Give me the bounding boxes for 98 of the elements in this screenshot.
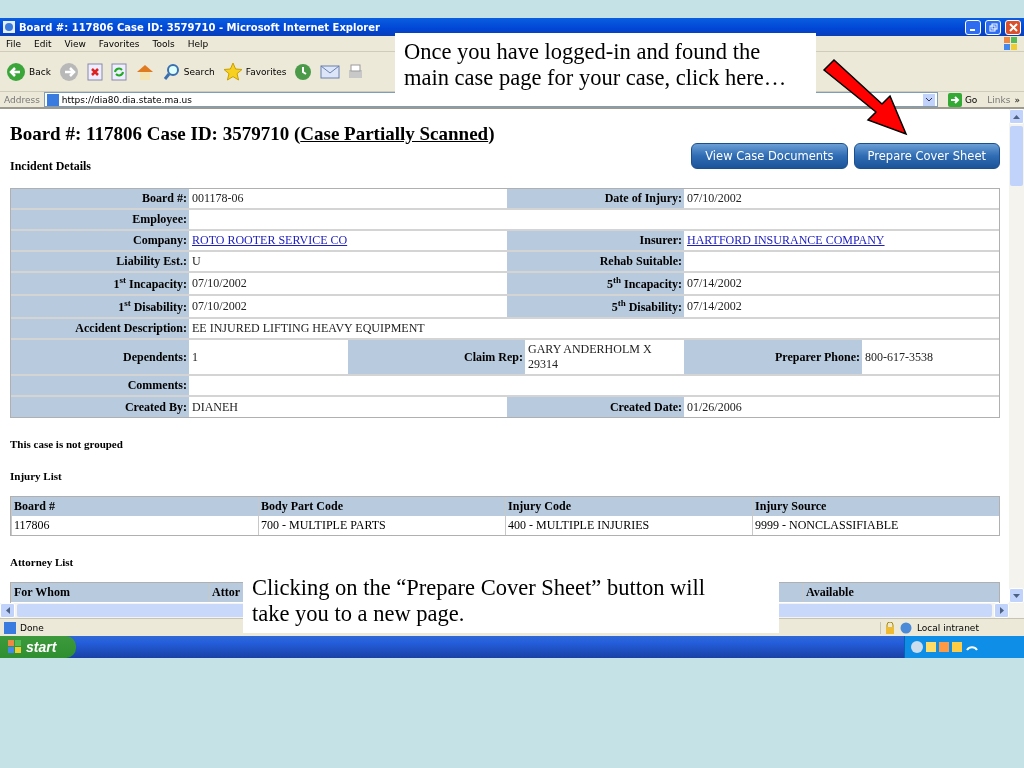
field-label: Board #: [11, 189, 189, 208]
section-title: Incident Details [10, 159, 92, 174]
status-text: Done [20, 622, 44, 633]
restore-icon [988, 22, 998, 32]
toolbar-button[interactable] [294, 62, 313, 81]
field-value: 1 [191, 348, 199, 366]
field-value: GARY ANDERHOLM X 29314 [527, 341, 653, 373]
table-cell: 700 - MULTIPLE PARTS [258, 516, 505, 535]
toolbar-button[interactable]: Back [6, 61, 51, 82]
field-value: 07/10/2002 [191, 275, 248, 292]
field-label: Company: [11, 231, 189, 250]
field-label: 5$^{th}$ Incapacity: [507, 273, 684, 294]
field-label: Created By: [11, 397, 189, 417]
mail-icon [320, 63, 341, 80]
up-arrow-icon [1013, 114, 1020, 119]
field-value: 001178-06 [191, 190, 245, 207]
right-arrow-icon [999, 607, 1004, 614]
menu-item[interactable]: File [6, 38, 22, 49]
windows-logo-icon [8, 640, 22, 654]
page-title: Board #: 117806 Case ID: 3579710 (Case Partially Scanned) [10, 123, 495, 145]
close-icon [1008, 22, 1018, 32]
search-icon [162, 62, 181, 81]
menu-item[interactable]: Edit [34, 38, 52, 49]
more-links-button[interactable]: » [1014, 94, 1020, 105]
view-documents-button[interactable]: View Case Documents [691, 143, 848, 169]
field-label: 1$^{st}$ Disability: [11, 296, 189, 317]
vertical-scrollbar[interactable] [1009, 109, 1024, 603]
dropdown-icon [922, 93, 935, 106]
page-icon [46, 93, 59, 106]
down-arrow-icon [1013, 593, 1020, 598]
field-label: Comments: [11, 376, 189, 395]
field-value: 07/10/2002 [191, 298, 248, 315]
grouping-note: This case is not grouped [10, 438, 124, 450]
section-title: Attorney List [10, 556, 75, 568]
field-value: 800-617-3538 [864, 348, 934, 366]
left-arrow-icon [5, 607, 10, 614]
close-button[interactable] [1005, 19, 1021, 35]
field-value: DIANEH [191, 398, 239, 416]
refresh-icon [110, 62, 127, 81]
address-label: Address [4, 94, 40, 105]
minimize-button[interactable] [965, 19, 981, 35]
toolbar-button[interactable] [110, 62, 127, 81]
printer-icon [348, 62, 363, 81]
field-label: Claim Rep: [348, 340, 525, 374]
column-header: For Whom [11, 583, 209, 602]
table-cell: 117806 [11, 516, 258, 535]
stop-icon [86, 62, 103, 81]
field-label: Created Date: [507, 397, 684, 417]
browser-icon [3, 21, 15, 33]
field-label: Accident Description: [11, 319, 189, 338]
window-title: Board #: 117806 Case ID: 3579710 - Microsoft Internet Explorer [19, 21, 381, 33]
table-cell: 400 - MULTIPLE INJURIES [505, 516, 752, 535]
globe-icon [899, 621, 913, 634]
history-icon [294, 62, 313, 81]
field-label: Preparer Phone: [684, 340, 862, 374]
windows-logo-icon [1004, 36, 1018, 51]
scan-status-link[interactable]: Case Partially Scanned [300, 123, 489, 144]
field-label: Rehab Suitable: [507, 252, 684, 271]
start-button[interactable]: start [0, 636, 76, 658]
menu-item[interactable]: Favorites [98, 38, 140, 49]
field-value: 07/10/2002 [686, 190, 743, 207]
go-button[interactable]: Go [941, 92, 984, 107]
field-label: Employee: [11, 210, 189, 229]
links-label[interactable]: Links [987, 94, 1011, 105]
field-label: 1$^{st}$ Incapacity: [11, 273, 189, 294]
menu-item[interactable]: Help [187, 38, 209, 49]
field-value: 07/14/2002 [686, 275, 743, 292]
table-cell: 9999 - NONCLASSIFIABLE [752, 516, 999, 535]
field-label: Insurer: [507, 231, 684, 250]
page-icon [4, 621, 16, 634]
field-label: 5$^{th}$ Disability: [507, 296, 684, 317]
field-value: 01/26/2006 [686, 398, 743, 416]
menu-item[interactable]: View [64, 38, 86, 49]
restore-button[interactable] [985, 19, 1001, 35]
column-header: Available [803, 583, 999, 602]
toolbar-button[interactable] [86, 62, 103, 81]
field-value: 07/14/2002 [686, 298, 743, 315]
toolbar-button[interactable]: Search [162, 62, 215, 81]
toolbar-button[interactable] [348, 62, 363, 81]
field-value: U [191, 253, 202, 270]
toolbar-button[interactable] [320, 63, 341, 80]
section-title: Injury List [10, 470, 63, 482]
cover-sheet-button[interactable]: Prepare Cover Sheet [853, 143, 1000, 169]
field-label: Date of Injury: [507, 189, 684, 208]
scrollbar-thumb[interactable] [1010, 126, 1023, 186]
lock-icon [885, 621, 895, 634]
field-link[interactable]: HARTFORD INSURANCE COMPANY [687, 233, 885, 248]
field-label: Dependents: [11, 340, 189, 374]
zone-text: Local intranet [917, 622, 979, 633]
field-link[interactable]: ROTO ROOTER SERVICE CO [192, 233, 348, 248]
tray-icons-drawing [911, 640, 981, 654]
star-icon [222, 61, 243, 82]
toolbar-button[interactable] [58, 61, 79, 82]
field-label: Liability Est.: [11, 252, 189, 271]
field-value: EE INJURED LIFTING HEAVY EQUIPMENT [191, 320, 426, 337]
go-arrow-icon [947, 92, 962, 107]
toolbar-button[interactable]: Favorites [222, 61, 287, 82]
menu-item[interactable]: Tools [152, 38, 175, 49]
